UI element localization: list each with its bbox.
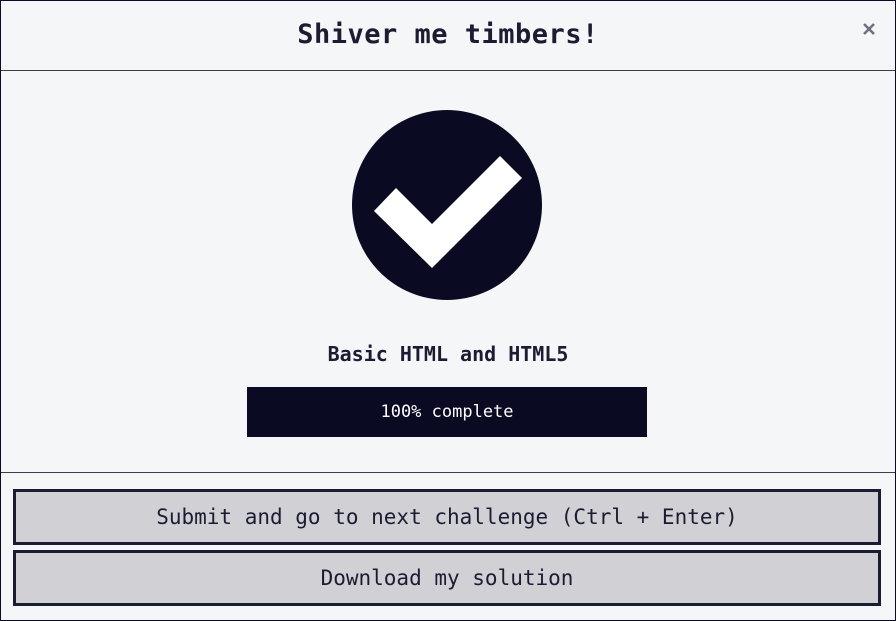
submit-next-challenge-button[interactable]: Submit and go to next challenge (Ctrl + … [13, 489, 881, 545]
progress-bar: 100% complete [247, 387, 647, 437]
modal-title: Shiver me timbers! [297, 19, 599, 50]
progress-label: 100% complete [380, 402, 514, 422]
close-icon [863, 23, 875, 35]
check-circle-icon [352, 110, 542, 300]
modal-footer: Submit and go to next challenge (Ctrl + … [1, 472, 895, 620]
close-button[interactable] [857, 15, 881, 43]
modal-header: Shiver me timbers! [1, 1, 895, 71]
download-solution-button[interactable]: Download my solution [13, 550, 881, 606]
completion-modal: Shiver me timbers! Basic HTML and HTML5 … [0, 0, 896, 621]
modal-body: Basic HTML and HTML5 100% complete [1, 72, 895, 472]
challenge-block-title: Basic HTML and HTML5 [327, 342, 569, 366]
